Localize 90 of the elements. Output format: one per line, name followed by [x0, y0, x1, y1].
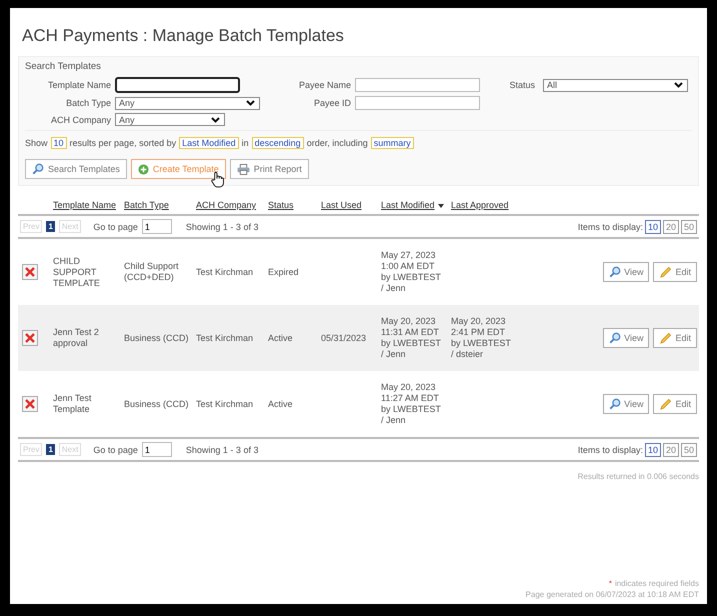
- column-header[interactable]: Last Used: [321, 200, 381, 211]
- add-icon: [138, 164, 149, 174]
- option-link[interactable]: descending: [252, 137, 304, 149]
- field-label: Template Name: [46, 80, 112, 90]
- table-cell-text: Business (CCD): [124, 332, 190, 344]
- field-label: Payee Name: [298, 80, 352, 90]
- edit-button[interactable]: Edit: [653, 262, 697, 282]
- showing-text: Showing 1 - 3 of 3: [186, 444, 258, 454]
- table-cell-text: Test Kirchman: [196, 266, 254, 278]
- sentence-text: in: [242, 138, 249, 148]
- view-button[interactable]: View: [603, 394, 650, 414]
- page-number[interactable]: 1: [46, 221, 55, 232]
- pencil-icon: [659, 398, 672, 410]
- option-link[interactable]: summary: [370, 137, 414, 149]
- table-cell-text: Jenn Test Template: [53, 393, 92, 415]
- sentence-text: results per page, sorted by: [70, 138, 176, 148]
- delete-icon[interactable]: [22, 396, 38, 412]
- generated-note: Page generated on 06/07/2023 at 10:18 AM EDT: [524, 589, 699, 600]
- page-size-option[interactable]: 10: [644, 220, 661, 234]
- dropdown[interactable]: Any: [115, 96, 260, 110]
- column-header[interactable]: Last Approved: [451, 200, 521, 211]
- page-size-option[interactable]: 20: [662, 220, 679, 234]
- table-cell-text: Jenn Test 2 approval: [53, 327, 100, 349]
- search-icon: [609, 266, 622, 278]
- page-field[interactable]: 1: [142, 219, 172, 234]
- page-title: ACH Payments : Manage Batch Templates: [22, 26, 345, 46]
- edit-button[interactable]: Edit: [653, 394, 697, 414]
- edit-button[interactable]: Edit: [653, 328, 697, 348]
- page-number[interactable]: 1: [46, 444, 55, 455]
- table-cell-text: Expired: [268, 266, 300, 278]
- action-button[interactable]: Print Report: [230, 159, 309, 179]
- printer-icon: [236, 164, 250, 174]
- column-header[interactable]: Batch Type: [124, 200, 196, 211]
- field-label: Status: [509, 80, 536, 90]
- search-icon: [609, 332, 622, 344]
- table-cell-text: May 20, 2023 11:31 AM EDT by LWEBTEST / Jenn: [381, 316, 442, 360]
- results-note: Results returned in 0.006 seconds: [576, 472, 699, 481]
- go-to-label: Go to page: [93, 444, 138, 454]
- search-icon: [609, 398, 622, 410]
- table-cell-text: Active: [268, 332, 294, 344]
- pencil-icon: [659, 332, 672, 344]
- page-size-option[interactable]: 50: [680, 442, 697, 456]
- required-note: indicates required fields: [614, 579, 699, 588]
- pencil-icon: [659, 266, 672, 278]
- column-header[interactable]: Last Modified: [381, 200, 451, 211]
- table-cell-text: Active: [268, 398, 294, 410]
- table-cell-text: 05/31/2023: [321, 332, 368, 344]
- option-link[interactable]: 10: [50, 137, 67, 149]
- chevron-down-icon: [211, 116, 220, 122]
- items-label: Items to display:: [578, 444, 643, 454]
- field-label: Batch Type: [65, 98, 112, 108]
- showing-text: Showing 1 - 3 of 3: [186, 222, 258, 232]
- table-cell-text: CHILD SUPPORT TEMPLATE: [53, 256, 101, 288]
- page-size-option[interactable]: 10: [644, 442, 661, 456]
- table-cell-text: Business (CCD): [124, 398, 190, 410]
- field-label: Payee ID: [312, 98, 352, 108]
- column-header[interactable]: Template Name: [53, 200, 124, 211]
- table-cell-text: May 20, 2023 2:41 PM EDT by LWEBTEST / dsteier: [451, 316, 512, 360]
- text-field[interactable]: [355, 78, 480, 92]
- table-cell-text: May 20, 2023 11:27 AM EDT by LWEBTEST / Jenn: [381, 382, 442, 426]
- page-size-option[interactable]: 20: [662, 442, 679, 456]
- field-label: ACH Company: [50, 114, 112, 124]
- table-cell-text: Test Kirchman: [196, 398, 254, 410]
- sort-arrow-icon: [438, 204, 444, 208]
- search-icon: [32, 163, 44, 175]
- dropdown[interactable]: Any: [115, 113, 225, 126]
- text-field[interactable]: [115, 77, 240, 93]
- view-button[interactable]: View: [603, 262, 650, 282]
- table-cell-text: May 27, 2023 1:00 AM EDT by LWEBTEST / Jenn: [381, 250, 442, 294]
- delete-icon[interactable]: [22, 330, 38, 346]
- action-button[interactable]: Search Templates: [25, 159, 127, 179]
- chevron-down-icon: [674, 82, 683, 88]
- required-mark: *: [608, 579, 612, 588]
- page-field[interactable]: 1: [142, 442, 172, 457]
- table-cell-text: Test Kirchman: [196, 332, 254, 344]
- go-to-label: Go to page: [93, 222, 138, 232]
- delete-icon[interactable]: [22, 264, 38, 280]
- table-cell-text: Child Support (CCD+DED): [124, 261, 180, 283]
- sentence-text: order, including: [306, 138, 368, 148]
- section-title: Search Templates: [25, 61, 102, 72]
- text-field[interactable]: [355, 96, 480, 110]
- dropdown[interactable]: All: [543, 78, 688, 92]
- column-header[interactable]: Status: [268, 200, 321, 211]
- column-header[interactable]: ACH Company: [196, 200, 268, 211]
- view-button[interactable]: View: [603, 328, 650, 348]
- items-label: Items to display:: [578, 222, 643, 232]
- sentence-text: Show: [25, 138, 48, 148]
- chevron-down-icon: [246, 100, 255, 106]
- option-link[interactable]: Last Modified: [179, 137, 239, 149]
- page-size-option[interactable]: 50: [680, 220, 697, 234]
